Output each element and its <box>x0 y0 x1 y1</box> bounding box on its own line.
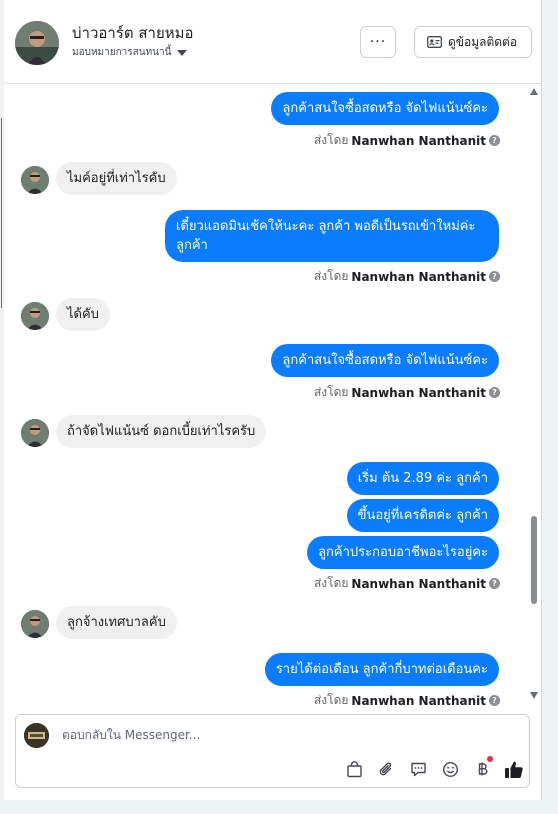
question-icon[interactable]: ? <box>489 271 500 282</box>
sender-name: Nanwhan Nanthanit <box>351 133 486 148</box>
emoji-icon[interactable] <box>434 757 466 781</box>
saved-reply-icon[interactable] <box>402 757 434 781</box>
contact-avatar-small <box>21 610 49 638</box>
sent-by-line: ส่งโดย Nanwhan Nanthanit ? <box>314 267 500 286</box>
outgoing-message[interactable]: เริ่ม ต้น 2.89 ค่ะ ลูกค้า <box>346 462 499 495</box>
question-icon[interactable]: ? <box>489 578 500 589</box>
sent-by-prefix: ส่งโดย <box>313 576 349 590</box>
message-list[interactable]: ลูกค้าสนใจซื้อสดหรือ จัดไฟแน้นซ์คะ ส่งโด… <box>4 84 526 706</box>
incoming-message[interactable]: ได้คับ <box>56 298 110 331</box>
contact-avatar-small <box>21 302 49 330</box>
contact-avatar[interactable] <box>15 21 59 65</box>
like-thumb-icon[interactable] <box>498 757 530 781</box>
sent-by-line: ส่งโดย Nanwhan Nanthanit ? <box>314 574 500 593</box>
outgoing-message[interactable]: เดี๋ยวแอดมินเช้คให้นะคะ ลูกค้า พอดีเป็นร… <box>165 210 499 262</box>
contact-avatar-small <box>21 419 49 447</box>
chevron-down-icon <box>177 49 188 56</box>
contact-avatar-small <box>21 166 49 194</box>
sender-name: Nanwhan Nanthanit <box>351 385 486 400</box>
scroll-up-arrow-icon[interactable] <box>530 88 538 95</box>
view-contact-button[interactable]: ดูข้อมูลติดต่อ <box>414 26 532 58</box>
shopping-bag-icon[interactable] <box>338 757 370 781</box>
sent-by-prefix: ส่งโดย <box>313 693 349 706</box>
composer-toolbar <box>338 756 530 781</box>
incoming-message[interactable]: ถ้าจัดไฟแน้นซ์ ดอกเบี้ยเท่าไรครับ <box>56 415 267 448</box>
reply-composer <box>15 714 530 788</box>
notification-dot <box>487 756 493 762</box>
sender-name: Nanwhan Nanthanit <box>351 693 486 707</box>
conversation-header: บ่าวอาร์ต สายหมอ มอบหมายการสนทนานี้ ··· … <box>4 0 541 84</box>
incoming-message[interactable]: ลูกจ้างเทศบาลคับ <box>56 606 177 639</box>
question-icon[interactable]: ? <box>489 387 500 398</box>
scrollbar[interactable] <box>527 84 541 704</box>
scroll-down-arrow-icon[interactable] <box>530 692 538 699</box>
outgoing-message[interactable]: รายได้ต่อเดือน ลูกค้ากี่บาทต่อเดือนคะ <box>264 653 499 686</box>
view-contact-label: ดูข้อมูลติดต่อ <box>448 34 518 49</box>
more-options-button[interactable]: ··· <box>360 26 396 58</box>
conversation-panel: บ่าวอาร์ต สายหมอ มอบหมายการสนทนานี้ ··· … <box>4 0 542 800</box>
outgoing-message[interactable]: ลูกค้าสนใจซื้อสดหรือ จัดไฟแน้นซ์คะ <box>271 92 499 125</box>
assign-conversation[interactable]: มอบหมายการสนทนานี้ <box>72 45 188 60</box>
outgoing-message[interactable]: ลูกค้าสนใจซื้อสดหรือ จัดไฟแน้นซ์คะ <box>271 344 499 377</box>
sent-by-line: ส่งโดย Nanwhan Nanthanit ? <box>314 691 500 706</box>
reply-input[interactable] <box>60 727 364 743</box>
ellipsis-icon: ··· <box>369 34 387 50</box>
assign-label: มอบหมายการสนทนานี้ <box>72 47 172 58</box>
outgoing-message[interactable]: ลูกค้าประกอบอาชีพอะไรอยู่คะ <box>307 536 499 569</box>
sender-name: Nanwhan Nanthanit <box>351 269 486 284</box>
sent-by-prefix: ส่งโดย <box>313 269 349 283</box>
contact-name: บ่าวอาร์ต สายหมอ <box>72 24 194 42</box>
sent-by-prefix: ส่งโดย <box>313 385 349 399</box>
sent-by-line: ส่งโดย Nanwhan Nanthanit ? <box>314 383 500 402</box>
paperclip-icon[interactable] <box>370 757 402 781</box>
sent-by-line: ส่งโดย Nanwhan Nanthanit ? <box>314 131 500 150</box>
outgoing-message[interactable]: ขึ้นอยู่ที่เครดิตค่ะ ลูกค้า <box>346 499 499 532</box>
incoming-message[interactable]: ไมค์อยู่ที่เท่าไรคับ <box>56 162 177 195</box>
question-icon[interactable]: ? <box>489 695 500 706</box>
scrollbar-thumb[interactable] <box>531 516 537 604</box>
page-background <box>0 800 558 814</box>
contact-card-icon <box>427 36 442 48</box>
sent-by-prefix: ส่งโดย <box>313 133 349 147</box>
sender-name: Nanwhan Nanthanit <box>351 576 486 591</box>
baht-payment-icon[interactable] <box>466 756 498 781</box>
question-icon[interactable]: ? <box>489 135 500 146</box>
page-avatar <box>24 723 49 748</box>
